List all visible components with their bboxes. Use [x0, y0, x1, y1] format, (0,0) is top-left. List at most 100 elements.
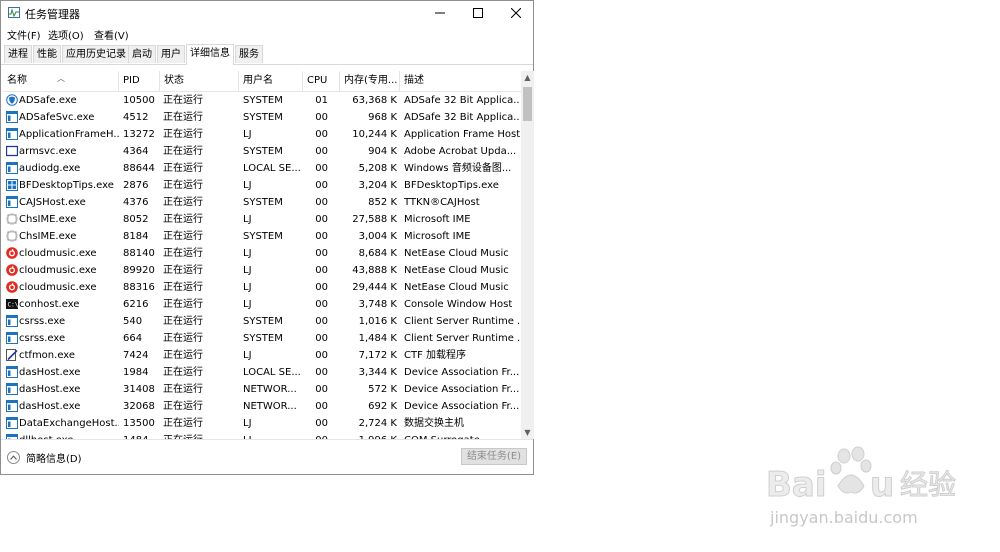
table-row[interactable]: dllhost.exe 1484正在运行 LJ00 1,996 K COM Surrog…	[3, 432, 521, 439]
process-cpu: 00	[315, 112, 328, 123]
svg-text:Bai: Bai	[766, 465, 827, 505]
table-row[interactable]: cloudmusic.exe 88140 正在运行 LJ 00 8,684 K NetEas…	[3, 245, 521, 262]
tab-users[interactable]: 用户	[157, 45, 185, 63]
table-row[interactable]: ApplicationFrameH... 13272 正在运行 LJ 00 10,244 …	[3, 126, 521, 143]
process-pid: 88140	[123, 248, 155, 259]
generic-window-icon	[6, 162, 18, 174]
table-row[interactable]: dasHost.exe 32068 正在运行 NETWOR... 00 692 K Devi…	[3, 398, 521, 415]
title-bar[interactable]: 任务管理器	[1, 1, 533, 25]
scroll-up-icon[interactable]: ▲	[521, 71, 534, 84]
table-body: ADSafe.exe 10500 正在运行 SYSTEM 01 63,368 K ADSaf…	[3, 92, 521, 439]
process-description: NetEase Cloud Music	[404, 282, 509, 293]
process-description: Windows 音频设备图...	[404, 163, 512, 174]
process-memory: 8,684 K	[358, 248, 397, 259]
process-cpu: 01	[315, 95, 328, 106]
table-row[interactable]: C:\ conhost.exe 6216 正在运行 LJ 00 3,748 K Console…	[3, 296, 521, 313]
process-pid: 664	[123, 333, 143, 344]
process-status: 正在运行	[163, 129, 203, 140]
sort-ascending-icon: ︿	[57, 74, 65, 83]
process-username: LJ	[243, 180, 252, 191]
fewer-details-label: 简略信息(D)	[26, 453, 82, 465]
tab-performance[interactable]: 性能	[33, 45, 61, 63]
process-status: 正在运行	[163, 197, 203, 208]
vertical-scrollbar[interactable]: ▲ ▼	[521, 71, 534, 439]
scrollbar-thumb[interactable]	[523, 87, 532, 121]
process-memory: 3,344 K	[358, 367, 397, 378]
scroll-down-icon[interactable]: ▼	[521, 426, 534, 439]
process-username: LJ	[243, 299, 252, 310]
process-status: 正在运行	[163, 248, 203, 259]
generic-window-icon	[6, 315, 18, 327]
minimize-button[interactable]	[421, 1, 459, 25]
table-row[interactable]: cloudmusic.exe 88316 正在运行 LJ 00 29,444 K NetEa…	[3, 279, 521, 296]
end-task-button[interactable]: 结束任务(E)	[461, 448, 527, 465]
table-row[interactable]: dasHost.exe 31408 正在运行 NETWOR... 00 572 K Devi…	[3, 381, 521, 398]
process-status: 正在运行	[163, 214, 203, 225]
table-row[interactable]: cloudmusic.exe 89920 正在运行 LJ 00 43,888 K NetEa…	[3, 262, 521, 279]
process-cpu: 00	[315, 367, 328, 378]
table-row[interactable]: ADSafeSvc.exe 4512 正在运行 SYSTEM 00 968 K ADSafe…	[3, 109, 521, 126]
process-memory: 43,888 K	[352, 265, 397, 276]
process-description: Microsoft IME	[404, 214, 471, 225]
menu-options[interactable]: 选项(O)	[48, 27, 84, 42]
tab-processes[interactable]: 进程	[4, 45, 32, 63]
table-row[interactable]: csrss.exe 664 正在运行 SYSTEM 00 1,484 K Client Se…	[3, 330, 521, 347]
process-name: audiodg.exe	[19, 163, 81, 174]
table-row[interactable]: DataExchangeHost... 13500 正在运行 LJ 00 2,724 K 数…	[3, 415, 521, 432]
column-header-status[interactable]: 状态	[160, 71, 239, 91]
fewer-details-button[interactable]: 简略信息(D)	[7, 449, 82, 465]
table-row[interactable]: armsvc.exe 4364 正在运行 SYSTEM 00 904 K Adobe Acr…	[3, 143, 521, 160]
process-description: ADSafe 32 Bit Applica...	[404, 95, 520, 106]
process-cpu: 00	[315, 146, 328, 157]
table-row[interactable]: ctfmon.exe 7424 正在运行 LJ 00 7,172 K CTF 加载程序	[3, 347, 521, 364]
tab-app-history[interactable]: 应用历史记录	[62, 45, 130, 63]
table-row[interactable]: BFDesktopTips.exe 2876 正在运行 LJ 00 3,204 K BFDe…	[3, 177, 521, 194]
process-username: NETWOR...	[243, 401, 297, 412]
process-name: DataExchangeHost...	[19, 418, 119, 429]
process-description: Client Server Runtime ...	[404, 316, 520, 327]
watermark-domain: jingyan.baidu.com	[770, 508, 918, 527]
column-header-cpu[interactable]: CPU	[303, 71, 340, 91]
table-row[interactable]: ChsIME.exe 8184 正在运行 SYSTEM 00 3,004 K Microso…	[3, 228, 521, 245]
process-memory: 572 K	[368, 384, 397, 395]
process-memory: 7,172 K	[358, 350, 397, 361]
column-header-memory[interactable]: 内存(专用...	[340, 71, 400, 91]
table-row[interactable]: audiodg.exe 88644 正在运行 LOCAL SE... 00 5,208 K…	[3, 160, 521, 177]
blank-window-icon	[5, 145, 19, 157]
process-status: 正在运行	[163, 367, 203, 378]
process-name: ctfmon.exe	[19, 350, 76, 361]
column-header-pid[interactable]: PID	[119, 71, 160, 91]
process-cpu: 00	[315, 282, 328, 293]
process-pid: 7424	[123, 350, 149, 361]
process-name: ADSafeSvc.exe	[19, 112, 95, 123]
tab-startup[interactable]: 启动	[128, 45, 156, 63]
process-status: 正在运行	[163, 180, 203, 191]
process-pid: 1984	[123, 367, 149, 378]
column-header-username[interactable]: 用户名	[239, 71, 303, 91]
table-row[interactable]: ChsIME.exe 8052 正在运行 LJ 00 27,588 K Microsoft …	[3, 211, 521, 228]
table-row[interactable]: ADSafe.exe 10500 正在运行 SYSTEM 01 63,368 K ADSaf…	[3, 92, 521, 109]
menu-file[interactable]: 文件(F)	[7, 27, 41, 42]
process-cpu: 00	[315, 129, 328, 140]
column-header-name[interactable]: 名称 ︿	[3, 71, 119, 91]
tab-services[interactable]: 服务	[235, 45, 263, 63]
process-memory: 2,724 K	[358, 418, 397, 429]
process-name: conhost.exe	[19, 299, 80, 310]
column-header-description[interactable]: 描述	[400, 71, 521, 91]
process-name: ChsIME.exe	[19, 231, 77, 242]
process-pid: 13272	[123, 129, 155, 140]
close-button[interactable]	[497, 1, 535, 25]
netease-music-icon	[6, 281, 18, 293]
table-row[interactable]: csrss.exe 540 正在运行 SYSTEM 00 1,016 K Client Se…	[3, 313, 521, 330]
tab-details[interactable]: 详细信息	[186, 44, 234, 65]
process-status: 正在运行	[163, 231, 203, 242]
process-username: SYSTEM	[243, 95, 283, 106]
process-status: 正在运行	[163, 299, 203, 310]
process-username: LOCAL SE...	[243, 163, 301, 174]
table-row[interactable]: dasHost.exe 1984 正在运行 LOCAL SE... 00 3,344 K D…	[3, 364, 521, 381]
menu-view[interactable]: 查看(V)	[94, 27, 129, 42]
table-row[interactable]: CAJSHost.exe 4376 正在运行 SYSTEM 00 852 K TTKN®CA…	[3, 194, 521, 211]
process-description: TTKN®CAJHost	[404, 197, 480, 208]
process-cpu: 00	[315, 333, 328, 344]
maximize-button[interactable]	[459, 1, 497, 25]
